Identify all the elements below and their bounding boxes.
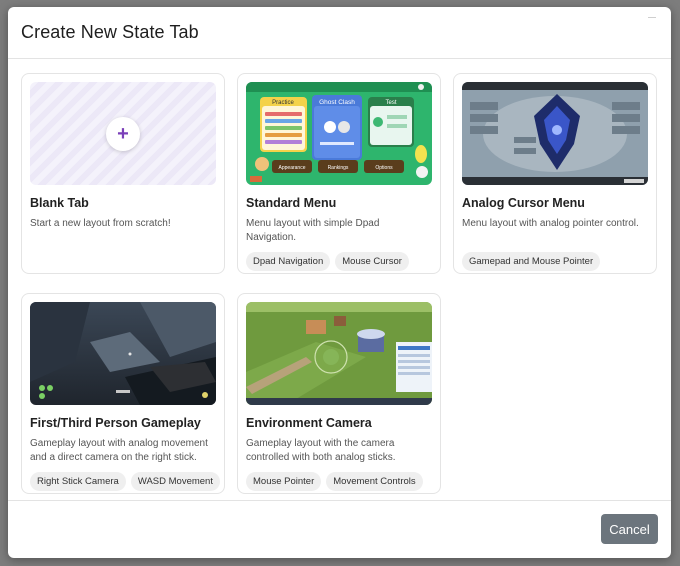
- create-state-tab-dialog: Create New State Tab + Blank Tab Start a…: [8, 7, 671, 558]
- tag: Movement Controls: [326, 472, 423, 491]
- tag: WASD Movement: [130, 472, 220, 491]
- analog-cursor-menu-thumbnail: [462, 82, 648, 185]
- card-tags: Mouse Pointer Movement Controls: [246, 472, 432, 491]
- dialog-title: Create New State Tab: [21, 22, 199, 42]
- card-description: Start a new layout from scratch!: [30, 218, 171, 229]
- card-title: Standard Menu: [246, 196, 337, 210]
- dialog-footer: Cancel: [8, 500, 671, 558]
- thumb-ghost-clash-label: Ghost Clash: [319, 99, 355, 106]
- plus-icon[interactable]: +: [106, 116, 140, 151]
- card-tags: Dpad Navigation Mouse Cursor: [246, 252, 432, 271]
- first-third-person-thumbnail: [30, 302, 216, 405]
- card-title: Blank Tab: [30, 196, 89, 210]
- card-description: Menu layout with analog pointer control.: [462, 218, 639, 229]
- thumb-test-label: Test: [385, 100, 396, 106]
- blank-tab-thumbnail: +: [30, 82, 216, 185]
- template-card-environment-camera[interactable]: Environment Camera Gameplay layout with …: [237, 293, 441, 494]
- card-description: Menu layout with simple Dpad Navigation.: [246, 218, 380, 243]
- dialog-header: Create New State Tab: [8, 7, 671, 59]
- thumb-appearance-label: Appearance: [279, 165, 306, 171]
- card-tags: Gamepad and Mouse Pointer: [462, 251, 648, 271]
- card-title: Environment Camera: [246, 416, 372, 430]
- standard-menu-thumbnail: Practice Ghost Clash Test Appearance Ran…: [246, 82, 432, 185]
- thumb-rankings-label: Rankings: [328, 165, 349, 171]
- tag: Dpad Navigation: [246, 252, 331, 271]
- thumb-options-label: Options: [375, 165, 393, 171]
- template-card-analog-cursor-menu[interactable]: Analog Cursor Menu Menu layout with anal…: [453, 73, 657, 274]
- card-title: First/Third Person Gameplay: [30, 416, 201, 430]
- card-description: Gameplay layout with the camera controll…: [246, 438, 396, 463]
- tag: Mouse Pointer: [246, 472, 322, 491]
- tag: Right Stick Camera: [30, 472, 126, 491]
- card-tags: Right Stick Camera WASD Movement: [30, 472, 220, 491]
- template-grid: + Blank Tab Start a new layout from scra…: [8, 60, 671, 500]
- cancel-button[interactable]: Cancel: [601, 514, 658, 544]
- card-description: Gameplay layout with analog movement and…: [30, 438, 208, 463]
- close-icon[interactable]: [645, 13, 659, 21]
- tag: Gamepad and Mouse Pointer: [462, 251, 601, 271]
- template-card-blank-tab[interactable]: + Blank Tab Start a new layout from scra…: [21, 73, 225, 274]
- thumb-practice-label: Practice: [272, 100, 294, 106]
- template-card-first-third-person[interactable]: First/Third Person Gameplay Gameplay lay…: [21, 293, 225, 494]
- tag: Mouse Cursor: [335, 252, 409, 271]
- card-title: Analog Cursor Menu: [462, 196, 585, 210]
- environment-camera-thumbnail: [246, 302, 432, 405]
- template-card-standard-menu[interactable]: Practice Ghost Clash Test Appearance Ran…: [237, 73, 441, 274]
